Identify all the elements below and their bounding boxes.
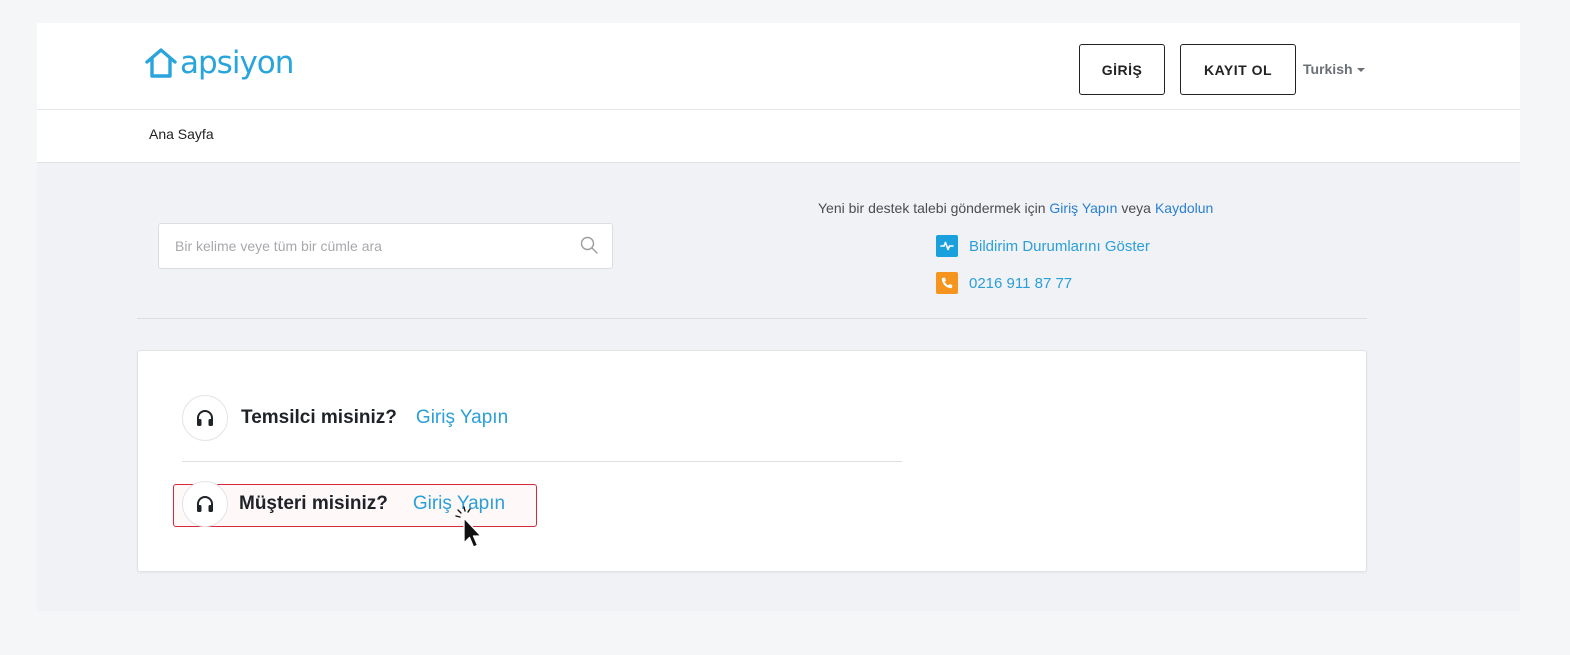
phone-number: 0216 911 87 77 — [969, 274, 1073, 292]
customer-question: Müşteri misiniz? — [239, 493, 388, 514]
language-label: Turkish — [1303, 61, 1353, 77]
support-prompt: Yeni bir destek talebi göndermek için Gi… — [818, 200, 1213, 216]
breadcrumb-home[interactable]: Ana Sayfa — [149, 126, 214, 142]
logo-text: apsiyon — [180, 45, 294, 81]
login-options-card: Temsilci misiniz? Giriş Yapın Müşteri mi… — [137, 350, 1367, 572]
support-middle: veya — [1121, 200, 1151, 216]
phone-link[interactable]: 0216 911 87 77 — [936, 272, 1072, 294]
search-input[interactable] — [159, 224, 569, 268]
login-button[interactable]: GİRİŞ — [1079, 44, 1165, 95]
support-prefix: Yeni bir destek talebi göndermek için — [818, 200, 1046, 216]
headset-icon — [182, 395, 228, 441]
search-field — [158, 223, 613, 269]
customer-login-link[interactable]: Giriş Yapın — [413, 493, 505, 515]
status-link[interactable]: Bildirim Durumlarını Göster — [936, 235, 1150, 257]
brand-logo[interactable]: apsiyon — [144, 45, 294, 81]
register-button[interactable]: KAYIT OL — [1180, 44, 1296, 95]
chevron-down-icon — [1356, 68, 1365, 72]
phone-icon — [936, 272, 958, 294]
agent-login-link[interactable]: Giriş Yapın — [416, 407, 508, 429]
pulse-icon — [936, 235, 958, 257]
customer-login-row: Müşteri misiniz? Giriş Yapın — [182, 481, 505, 527]
search-icon[interactable] — [579, 235, 599, 255]
page-frame: apsiyon GİRİŞ KAYIT OL Turkish Ana Sayfa… — [37, 23, 1520, 611]
breadcrumb-bar: Ana Sayfa — [37, 110, 1520, 163]
language-dropdown[interactable]: Turkish — [1303, 61, 1365, 77]
headset-icon — [182, 481, 228, 527]
house-icon — [145, 48, 177, 78]
support-register-link[interactable]: Kaydolun — [1155, 200, 1213, 216]
section-divider — [137, 318, 1367, 319]
options-divider — [182, 461, 902, 462]
top-header: apsiyon GİRİŞ KAYIT OL Turkish — [37, 23, 1520, 110]
support-login-link[interactable]: Giriş Yapın — [1049, 200, 1117, 216]
status-link-label: Bildirim Durumlarını Göster — [969, 237, 1150, 255]
agent-question: Temsilci misiniz? — [241, 407, 397, 428]
agent-login-row: Temsilci misiniz? Giriş Yapın — [182, 395, 508, 441]
